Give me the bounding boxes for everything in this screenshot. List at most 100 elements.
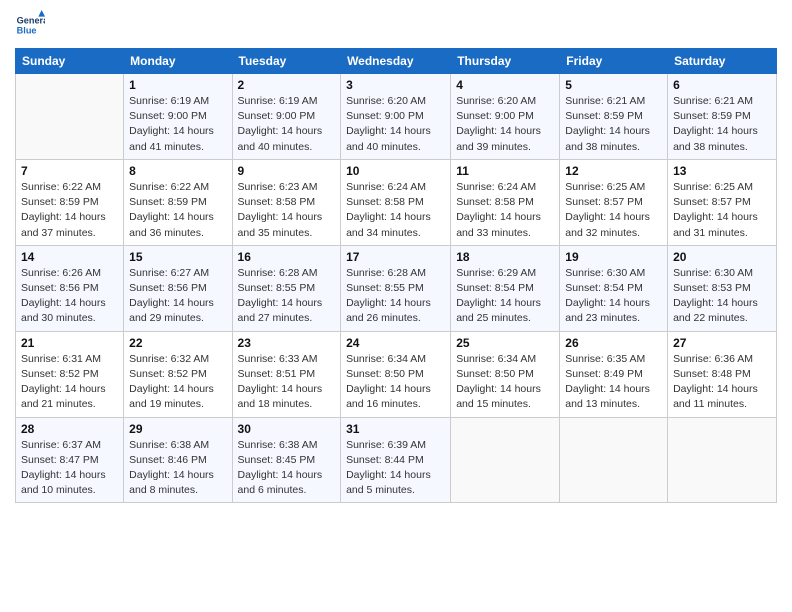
calendar-cell: 12 Sunrise: 6:25 AM Sunset: 8:57 PM Dayli… [560,159,668,245]
day-header-thursday: Thursday [451,49,560,74]
day-info: Sunrise: 6:26 AM Sunset: 8:56 PM Dayligh… [21,266,118,327]
day-header-friday: Friday [560,49,668,74]
calendar-cell: 21 Sunrise: 6:31 AM Sunset: 8:52 PM Dayli… [16,331,124,417]
header-row: SundayMondayTuesdayWednesdayThursdayFrid… [16,49,777,74]
day-info: Sunrise: 6:33 AM Sunset: 8:51 PM Dayligh… [238,352,336,413]
day-number: 17 [346,250,445,264]
day-number: 19 [565,250,662,264]
calendar-cell [560,417,668,503]
day-header-tuesday: Tuesday [232,49,341,74]
calendar-cell: 15Sunrise: 6:27 AM Sunset: 8:56 PM Dayli… [124,245,232,331]
day-header-monday: Monday [124,49,232,74]
day-number: 11 [456,164,554,178]
day-header-sunday: Sunday [16,49,124,74]
day-number: 23 [238,336,336,350]
calendar-cell: 26 Sunrise: 6:35 AM Sunset: 8:49 PM Dayli… [560,331,668,417]
day-info: Sunrise: 6:39 AM Sunset: 8:44 PM Dayligh… [346,438,445,499]
day-info: Sunrise: 6:25 AM Sunset: 8:57 PM Dayligh… [565,180,662,241]
day-number: 5 [565,78,662,92]
day-info: Sunrise: 6:20 AM Sunset: 9:00 PM Dayligh… [456,94,554,155]
calendar-cell: 16 Sunrise: 6:28 AM Sunset: 8:55 PM Dayli… [232,245,341,331]
day-info: Sunrise: 6:23 AM Sunset: 8:58 PM Dayligh… [238,180,336,241]
day-info: Sunrise: 6:32 AM Sunset: 8:52 PM Dayligh… [129,352,226,413]
day-info: Sunrise: 6:38 AM Sunset: 8:45 PM Dayligh… [238,438,336,499]
day-number: 4 [456,78,554,92]
day-info: Sunrise: 6:31 AM Sunset: 8:52 PM Dayligh… [21,352,118,413]
day-number: 1 [129,78,226,92]
day-info: Sunrise: 6:36 AM Sunset: 8:48 PM Dayligh… [673,352,771,413]
day-info: Sunrise: 6:34 AM Sunset: 8:50 PM Dayligh… [346,352,445,413]
day-number: 14 [21,250,118,264]
day-number: 10 [346,164,445,178]
day-number: 12 [565,164,662,178]
calendar-cell: 3Sunrise: 6:20 AM Sunset: 9:00 PM Daylig… [341,74,451,160]
calendar-cell: 30 Sunrise: 6:38 AM Sunset: 8:45 PM Dayli… [232,417,341,503]
calendar-cell: 4 Sunrise: 6:20 AM Sunset: 9:00 PM Daylig… [451,74,560,160]
day-number: 22 [129,336,226,350]
calendar-cell: 7Sunrise: 6:22 AM Sunset: 8:59 PM Daylig… [16,159,124,245]
day-info: Sunrise: 6:37 AM Sunset: 8:47 PM Dayligh… [21,438,118,499]
day-info: Sunrise: 6:21 AM Sunset: 8:59 PM Dayligh… [673,94,771,155]
day-info: Sunrise: 6:19 AM Sunset: 9:00 PM Dayligh… [238,94,336,155]
day-number: 6 [673,78,771,92]
calendar-cell: 17 Sunrise: 6:28 AM Sunset: 8:55 PM Dayli… [341,245,451,331]
calendar-table: SundayMondayTuesdayWednesdayThursdayFrid… [15,48,777,503]
day-number: 21 [21,336,118,350]
day-number: 7 [21,164,118,178]
day-info: Sunrise: 6:28 AM Sunset: 8:55 PM Dayligh… [346,266,445,327]
day-number: 8 [129,164,226,178]
day-number: 24 [346,336,445,350]
week-row-2: 7 Sunrise: 6:22 AM Sunset: 8:59 PM Daylig… [16,159,777,245]
calendar-cell: 6 Sunrise: 6:21 AM Sunset: 8:59 PM Daylig… [668,74,777,160]
svg-text:Blue: Blue [17,25,37,35]
day-info: Sunrise: 6:35 AM Sunset: 8:49 PM Dayligh… [565,352,662,413]
day-info: Sunrise: 6:19 AM Sunset: 9:00 PM Dayligh… [129,94,226,155]
day-info: Sunrise: 6:22 AM Sunset: 8:59 PM Dayligh… [129,180,226,241]
calendar-cell: 2Sunrise: 6:19 AM Sunset: 9:00 PM Daylig… [232,74,341,160]
day-info: Sunrise: 6:28 AM Sunset: 8:55 PM Dayligh… [238,266,336,327]
day-info: Sunrise: 6:27 AM Sunset: 8:56 PM Dayligh… [129,266,226,327]
day-number: 9 [238,164,336,178]
calendar-cell [451,417,560,503]
week-row-3: 14 Sunrise: 6:26 AM Sunset: 8:56 PM Dayli… [16,245,777,331]
calendar-cell: 20 Sunrise: 6:30 AM Sunset: 8:53 PM Dayli… [668,245,777,331]
calendar-cell: 31Sunrise: 6:39 AM Sunset: 8:44 PM Dayli… [341,417,451,503]
day-number: 16 [238,250,336,264]
day-info: Sunrise: 6:38 AM Sunset: 8:46 PM Dayligh… [129,438,226,499]
calendar-cell: 23 Sunrise: 6:33 AM Sunset: 8:51 PM Dayli… [232,331,341,417]
day-number: 29 [129,422,226,436]
svg-text:General: General [17,15,45,25]
day-info: Sunrise: 6:34 AM Sunset: 8:50 PM Dayligh… [456,352,554,413]
logo-icon: General Blue [15,10,45,40]
day-info: Sunrise: 6:30 AM Sunset: 8:53 PM Dayligh… [673,266,771,327]
week-row-1: 1 Sunrise: 6:19 AM Sunset: 9:00 PM Daylig… [16,74,777,160]
calendar-cell: 1 Sunrise: 6:19 AM Sunset: 9:00 PM Daylig… [124,74,232,160]
day-number: 20 [673,250,771,264]
day-number: 26 [565,336,662,350]
calendar-cell: 13Sunrise: 6:25 AM Sunset: 8:57 PM Dayli… [668,159,777,245]
calendar-cell: 14 Sunrise: 6:26 AM Sunset: 8:56 PM Dayli… [16,245,124,331]
day-header-wednesday: Wednesday [341,49,451,74]
logo: General Blue [15,10,49,40]
day-info: Sunrise: 6:20 AM Sunset: 9:00 PM Dayligh… [346,94,445,155]
calendar-cell [668,417,777,503]
day-number: 25 [456,336,554,350]
calendar-cell: 8 Sunrise: 6:22 AM Sunset: 8:59 PM Daylig… [124,159,232,245]
day-header-saturday: Saturday [668,49,777,74]
calendar-cell: 5Sunrise: 6:21 AM Sunset: 8:59 PM Daylig… [560,74,668,160]
day-info: Sunrise: 6:24 AM Sunset: 8:58 PM Dayligh… [346,180,445,241]
calendar-cell: 22 Sunrise: 6:32 AM Sunset: 8:52 PM Dayli… [124,331,232,417]
week-row-4: 21 Sunrise: 6:31 AM Sunset: 8:52 PM Dayli… [16,331,777,417]
calendar-cell: 25 Sunrise: 6:34 AM Sunset: 8:50 PM Dayli… [451,331,560,417]
calendar-cell: 29 Sunrise: 6:38 AM Sunset: 8:46 PM Dayli… [124,417,232,503]
calendar-cell: 9 Sunrise: 6:23 AM Sunset: 8:58 PM Daylig… [232,159,341,245]
day-number: 30 [238,422,336,436]
calendar-cell [16,74,124,160]
calendar-cell: 28Sunrise: 6:37 AM Sunset: 8:47 PM Dayli… [16,417,124,503]
calendar-cell: 18Sunrise: 6:29 AM Sunset: 8:54 PM Dayli… [451,245,560,331]
day-info: Sunrise: 6:30 AM Sunset: 8:54 PM Dayligh… [565,266,662,327]
header: General Blue [15,10,777,40]
calendar-cell: 27Sunrise: 6:36 AM Sunset: 8:48 PM Dayli… [668,331,777,417]
day-info: Sunrise: 6:24 AM Sunset: 8:58 PM Dayligh… [456,180,554,241]
calendar-cell: 10 Sunrise: 6:24 AM Sunset: 8:58 PM Dayli… [341,159,451,245]
